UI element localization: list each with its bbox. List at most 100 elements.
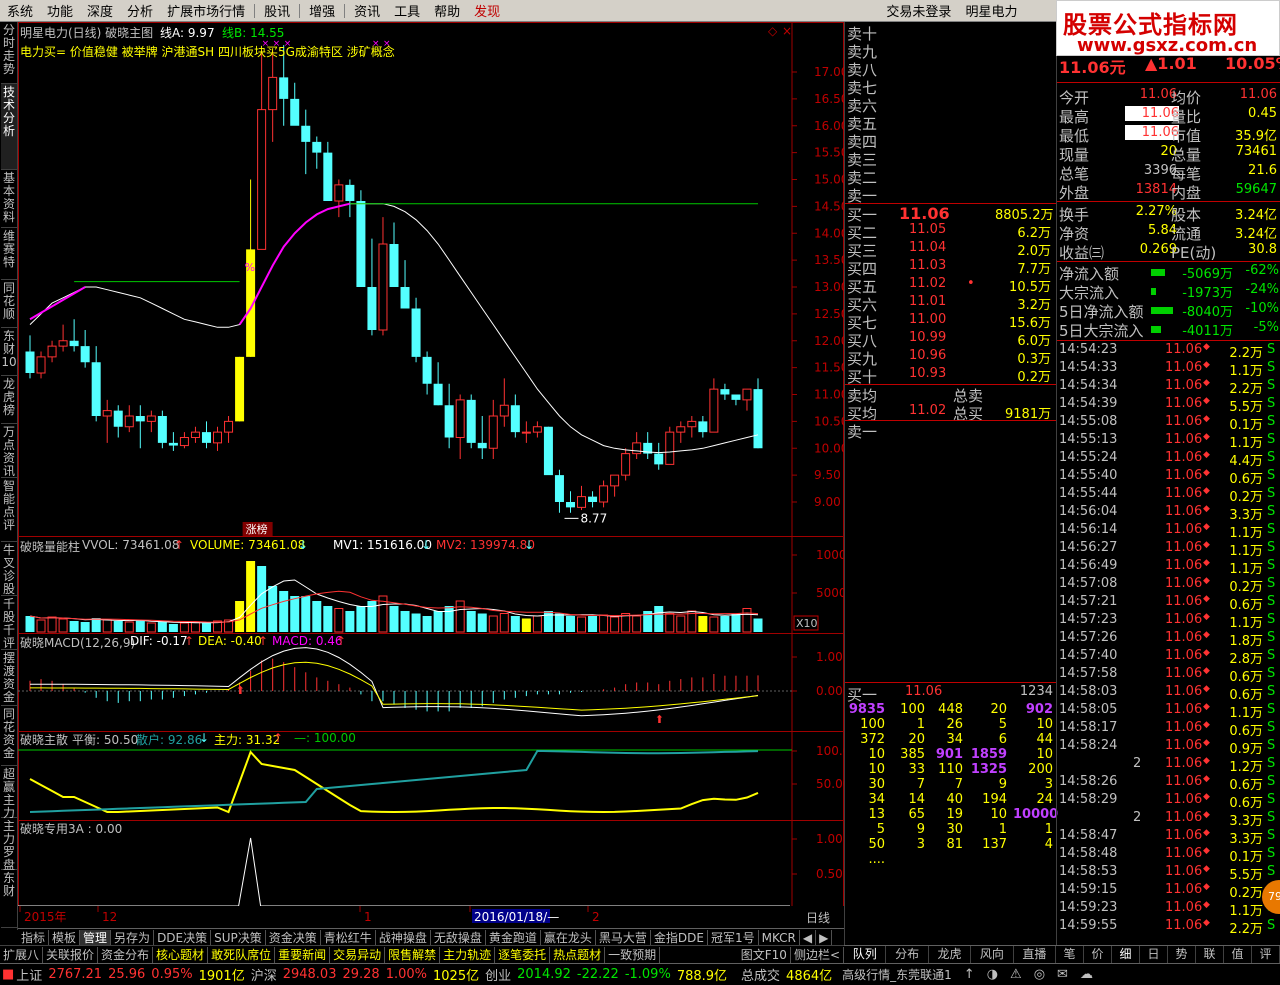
right-tab-4[interactable]: 势 <box>1168 946 1196 963</box>
right-tab-0[interactable]: 笔 <box>1056 946 1084 963</box>
candle-body <box>532 426 542 433</box>
ext-tab-5[interactable]: 重要新闻 <box>275 946 331 963</box>
right-tab-6[interactable]: 值 <box>1224 946 1252 963</box>
ext-tab-10[interactable]: 热点题材 <box>550 946 606 963</box>
ext-tab-8[interactable]: 主力轨迹 <box>440 946 496 963</box>
ext-tab-6[interactable]: 交易异动 <box>330 946 386 963</box>
left-tab-12[interactable]: 同花资金 <box>1 706 17 766</box>
indicator-tab-1[interactable]: 模板 <box>49 929 81 946</box>
side-tab-0[interactable]: 队列 <box>844 946 887 963</box>
tick-time: 14:59:23 <box>1059 900 1118 915</box>
left-tab-3[interactable]: 维赛特 <box>1 228 17 280</box>
indicator-tab-10[interactable]: 黄金跑道 <box>486 929 541 946</box>
indicator-tab-3[interactable]: 另存为 <box>111 929 155 946</box>
indicator-tab-12[interactable]: 黑马大营 <box>596 929 651 946</box>
indicator-tab-14[interactable]: 冠军1号 <box>708 929 759 946</box>
ext-tab-9[interactable]: 逐笔委托 <box>495 946 551 963</box>
login-status[interactable]: 交易未登录 <box>879 1 958 20</box>
vol-bar <box>698 616 708 632</box>
indicator-tab-7[interactable]: 青松红牛 <box>321 929 376 946</box>
status-tray-icon-0[interactable]: ↑ <box>964 967 975 982</box>
menu-5[interactable]: 股讯 <box>257 1 297 20</box>
indicator-tab-5[interactable]: SUP决策 <box>211 929 266 946</box>
menu-2[interactable]: 深度 <box>80 1 120 20</box>
menu-10[interactable]: 发现 <box>467 1 507 20</box>
vol-tick-label: 50000 <box>816 586 844 600</box>
period-label[interactable]: 日线 <box>806 911 830 925</box>
quote-label: 最高 <box>1059 108 1090 126</box>
left-tab-4[interactable]: 同花顺 <box>1 280 17 328</box>
ext-tab-4[interactable]: 敢死队席位 <box>208 946 276 963</box>
tick-side: S <box>1267 450 1276 465</box>
tick-side: S <box>1267 846 1276 861</box>
pct-mark: % <box>245 261 255 274</box>
candle <box>676 421 686 443</box>
indicator-tab-0[interactable]: 指标 <box>18 929 50 946</box>
left-tab-2[interactable]: 基本资料 <box>1 170 17 228</box>
flow-bar <box>1151 326 1161 333</box>
scroll-right-icon[interactable]: ▶ <box>816 929 833 946</box>
ext-tab-2[interactable]: 资金分布 <box>98 946 154 963</box>
left-tab-5[interactable]: 东财10 <box>1 328 17 376</box>
right-tab-1[interactable]: 价 <box>1084 946 1112 963</box>
side-tab-3[interactable]: 风向 <box>971 946 1014 963</box>
left-tab-6[interactable]: 龙虎榜 <box>1 376 17 424</box>
status-tray-icon-4[interactable]: ✉ <box>1057 967 1068 982</box>
side-tab-2[interactable]: 龙虎 <box>929 946 972 963</box>
indicator-tab-6[interactable]: 资金决策 <box>266 929 321 946</box>
ext-tab-0[interactable]: 扩展八 <box>0 946 44 963</box>
ext-right-0[interactable]: 图文F10 <box>738 946 791 963</box>
left-tab-7[interactable]: 万点资讯 <box>1 424 17 478</box>
menu-4[interactable]: 扩展市场行情 <box>160 1 252 20</box>
candle-body <box>687 420 697 428</box>
menu-9[interactable]: 帮助 <box>427 1 467 20</box>
side-tab-1[interactable]: 分布 <box>886 946 929 963</box>
left-tab-8[interactable]: 智能点评 <box>1 478 17 542</box>
menu-8[interactable]: 工具 <box>387 1 427 20</box>
tick-price: 11.06 <box>1165 846 1203 861</box>
indicator-tab-9[interactable]: 无敌操盘 <box>431 929 486 946</box>
ext-tab-1[interactable]: 关联报价 <box>43 946 99 963</box>
menu-6[interactable]: 增强 <box>302 1 342 20</box>
candle-body <box>543 426 553 476</box>
status-tray-icon-2[interactable]: ⚠ <box>1010 967 1022 982</box>
diamond-icon[interactable]: ◇ <box>768 24 777 38</box>
tick-vol: 1.1万 <box>1229 364 1263 379</box>
ext-tab-11[interactable]: 一致预期 <box>605 946 661 963</box>
right-tab-7[interactable]: 评 <box>1252 946 1280 963</box>
left-tab-9[interactable]: 牛叉诊股 <box>1 542 17 596</box>
indicator-tab-2[interactable]: 管理 <box>80 929 112 946</box>
status-info[interactable]: 高级行情_东莞联通1 <box>842 966 952 983</box>
right-tab-2[interactable]: 细 <box>1112 946 1140 963</box>
candle-body <box>80 346 90 363</box>
indicator-tab-15[interactable]: MKCR <box>759 929 800 946</box>
close-icon[interactable]: × <box>782 24 792 38</box>
status-tray-icon-5[interactable]: ☁ <box>1080 967 1093 982</box>
menu-7[interactable]: 资讯 <box>347 1 387 20</box>
ext-right-1[interactable]: 侧边栏< <box>791 946 844 963</box>
left-tab-11[interactable]: 摆渡资金 <box>1 650 17 706</box>
left-tab-13[interactable]: 超赢主力 <box>1 766 17 820</box>
left-tab-1[interactable]: 技术分析 <box>1 84 17 170</box>
status-tray-icon-1[interactable]: ◑ <box>987 967 998 982</box>
indicator-tab-8[interactable]: 战神操盘 <box>376 929 431 946</box>
left-tab-0[interactable]: 分时走势 <box>1 22 17 84</box>
side-tab-4[interactable]: 直播 <box>1014 946 1057 963</box>
chart-area[interactable]: 17.00 16.50 16.00 15.50 15.00 14.50 14.00 13.50… <box>18 22 844 928</box>
left-tab-10[interactable]: 千股千评 <box>1 596 17 650</box>
candle <box>201 421 211 449</box>
indicator-tab-13[interactable]: 金指DDE <box>651 929 708 946</box>
indicator-tab-4[interactable]: DDE决策 <box>154 929 212 946</box>
right-tab-3[interactable]: 日 <box>1140 946 1168 963</box>
scroll-left-icon[interactable]: ◀ <box>800 929 817 946</box>
ext-tab-3[interactable]: 核心题材 <box>153 946 209 963</box>
status-tray-icon-3[interactable]: ◎ <box>1034 967 1045 982</box>
left-tab-14[interactable]: 主力罗盘 <box>1 818 17 872</box>
left-tab-15[interactable]: 东财 <box>1 870 17 928</box>
right-tab-5[interactable]: 联 <box>1196 946 1224 963</box>
indicator-tab-11[interactable]: 赢在龙头 <box>541 929 596 946</box>
menu-1[interactable]: 功能 <box>40 1 80 20</box>
menu-3[interactable]: 分析 <box>120 1 160 20</box>
ext-tab-7[interactable]: 限售解禁 <box>385 946 441 963</box>
menu-0[interactable]: 系统 <box>0 1 40 20</box>
